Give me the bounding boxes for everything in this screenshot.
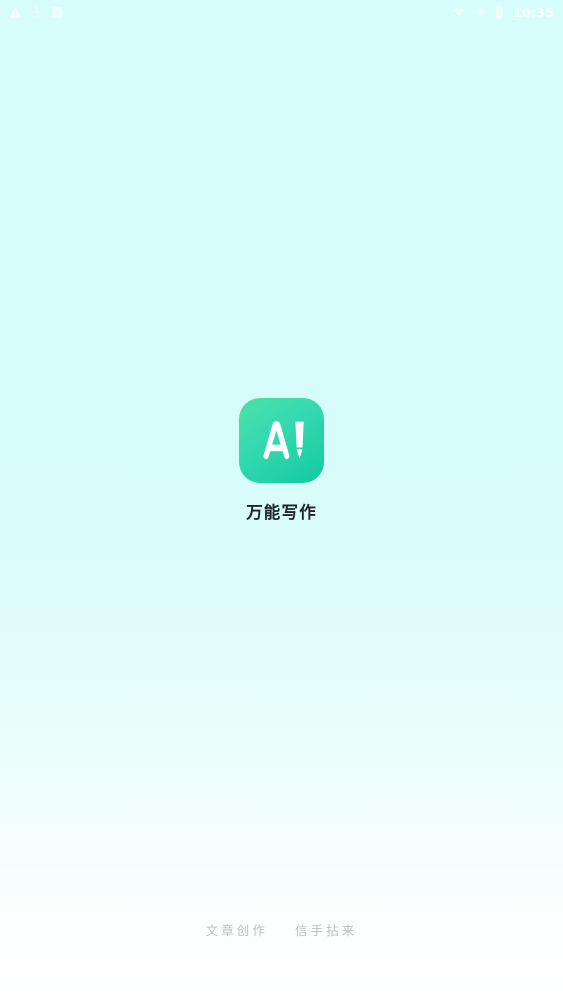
status-bar: 10:35 — [0, 0, 563, 24]
splash-screen: 10:35 万能写作 文章创作 信手拈来 — [0, 0, 563, 1000]
warning-triangle-icon — [9, 6, 22, 19]
status-bar-left-icons — [9, 5, 72, 19]
status-bar-right-icons: 10:35 — [443, 5, 554, 20]
ai-pen-icon — [239, 398, 324, 483]
app-name: 万能写作 — [246, 503, 317, 522]
tagline-part-two: 信手拈来 — [295, 922, 358, 938]
download-icon — [30, 5, 43, 19]
brand-block: 万能写作 — [0, 398, 563, 522]
signal-dot-icon — [475, 7, 486, 18]
tagline-part-one: 文章创作 — [205, 922, 268, 938]
wifi-icon — [452, 6, 466, 19]
battery-icon — [495, 5, 504, 19]
tagline: 文章创作 信手拈来 — [0, 922, 563, 938]
status-bar-clock: 10:35 — [513, 4, 554, 20]
app-badge-icon — [51, 6, 64, 19]
